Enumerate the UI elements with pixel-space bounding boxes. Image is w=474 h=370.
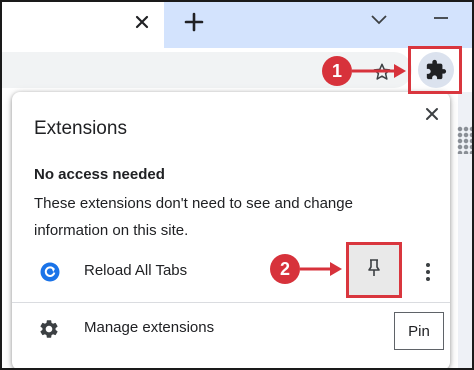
extension-name: Reload All Tabs xyxy=(84,262,188,279)
minimize-icon[interactable] xyxy=(426,4,456,32)
reload-icon xyxy=(40,262,60,282)
manage-extensions-label: Manage extensions xyxy=(84,319,215,336)
more-vert-icon[interactable] xyxy=(418,257,438,287)
tab-search-chevron-down-icon[interactable] xyxy=(364,6,394,34)
pin-button[interactable] xyxy=(346,242,402,298)
active-tab[interactable] xyxy=(0,0,164,48)
pin-tooltip: Pin xyxy=(394,312,444,350)
tab-close-icon[interactable] xyxy=(128,8,156,36)
callout-arrow-1 xyxy=(352,64,406,78)
extensions-popup: Extensions No access needed These extens… xyxy=(12,92,450,370)
step-1-badge: 1 xyxy=(322,56,352,86)
pin-icon xyxy=(366,258,382,283)
section-heading: No access needed xyxy=(34,166,165,183)
extensions-button-highlight xyxy=(408,46,462,94)
gear-icon xyxy=(38,318,60,340)
section-description: These extensions don't need to see and c… xyxy=(34,195,353,239)
manage-extensions-row[interactable]: Manage extensions xyxy=(12,310,450,350)
popup-title: Extensions xyxy=(34,118,127,139)
step-2-badge: 2 xyxy=(270,254,300,284)
popup-close-icon[interactable] xyxy=(418,100,446,128)
callout-arrow-2 xyxy=(300,262,342,276)
new-tab-plus-icon[interactable] xyxy=(178,6,210,38)
divider xyxy=(12,302,450,303)
page-dots-decoration xyxy=(457,126,473,154)
